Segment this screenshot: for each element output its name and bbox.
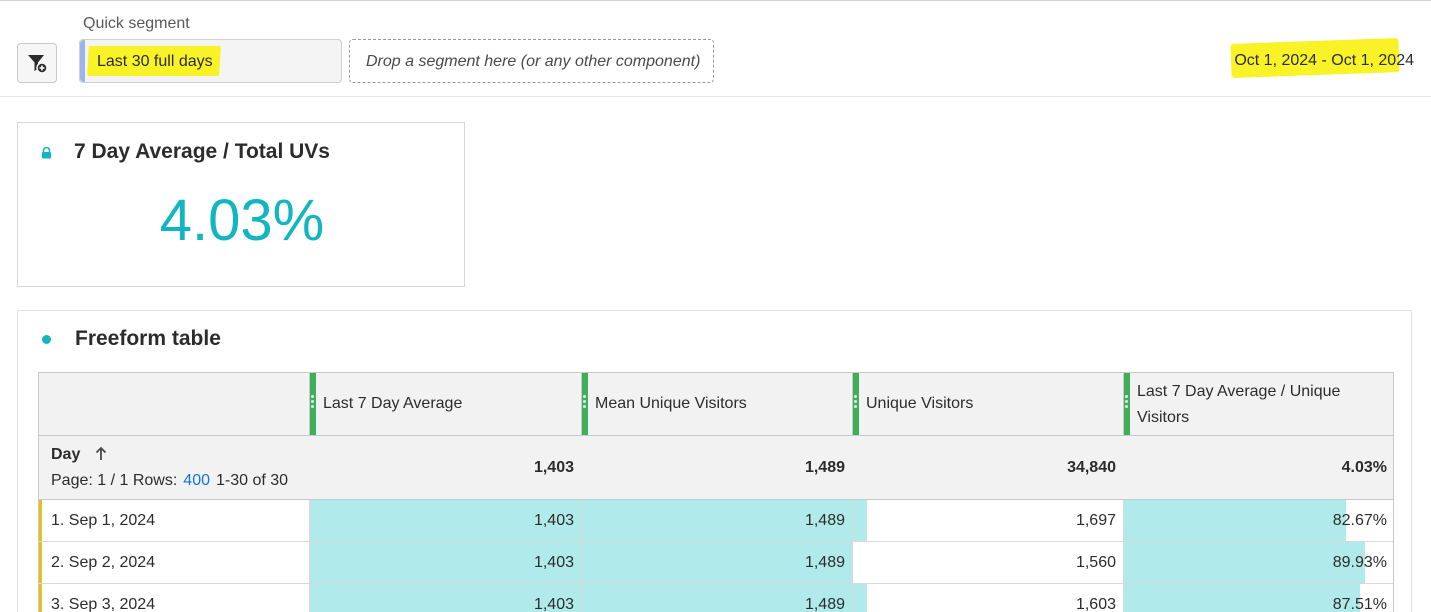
grip-icon	[583, 395, 587, 413]
total-value: 1,403	[533, 459, 574, 476]
cell-bar-fill	[1124, 584, 1360, 612]
table-row[interactable]: 1. Sep 1, 2024 1,403 1,489 1,697 82.67%	[39, 500, 1393, 542]
column-header-label: Last 7 Day Average	[323, 395, 463, 412]
table-row[interactable]: 3. Sep 3, 2024 1,403 1,489 1,603 87.51%	[39, 584, 1393, 612]
row-day-label[interactable]: 2. Sep 2, 2024	[51, 554, 155, 572]
cell-bar-fill	[853, 500, 867, 541]
summary-number-card: 7 Day Average / Total UVs 4.03%	[17, 122, 465, 287]
cell-bar-fill	[1124, 542, 1365, 583]
segment-chip-handle[interactable]	[80, 40, 85, 82]
table-cell[interactable]: 1,697	[852, 500, 1123, 541]
row-accent-bar	[39, 500, 42, 541]
filter-add-icon	[28, 55, 48, 74]
table-cell[interactable]: 1,489	[581, 584, 853, 612]
table-cell[interactable]: 1,560	[852, 542, 1123, 583]
freeform-panel: Freeform table Last 7 Day Average Mean U…	[17, 310, 1412, 612]
rows-label: Rows:	[132, 472, 178, 489]
summary-title: 7 Day Average / Total UVs	[74, 140, 330, 163]
rows-per-page-link[interactable]: 400	[183, 472, 210, 489]
cell-value: 1,403	[533, 554, 574, 571]
segment-drop-zone[interactable]: Drop a segment here (or any other compon…	[349, 39, 714, 83]
total-value: 1,489	[804, 459, 845, 476]
total-value: 34,840	[1067, 459, 1116, 476]
column-header-ratio[interactable]: Last 7 Day Average / Unique Visitors	[1123, 373, 1394, 435]
pagination-info: Page: 1 / 1 Rows: 400 1-30 of 30	[51, 472, 288, 490]
table-body: 1. Sep 1, 2024 1,403 1,489 1,697 82.67% 2. Se…	[39, 500, 1393, 612]
table-cell[interactable]: 1,489	[581, 542, 853, 583]
column-header-label: Mean Unique Visitors	[595, 395, 747, 412]
cell-value: 1,403	[533, 596, 574, 612]
row-accent-bar	[39, 584, 42, 612]
cell-value: 1,489	[804, 512, 845, 529]
drop-zone-label: Drop a segment here (or any other compon…	[366, 53, 701, 70]
column-header-mean-unique-visitors[interactable]: Mean Unique Visitors	[581, 373, 852, 435]
cell-value: 1,489	[804, 596, 845, 612]
table-totals-row: Day Page: 1 / 1 Rows: 400 1-30 of 30 1,403…	[39, 436, 1393, 500]
cell-value: 1,603	[1075, 596, 1116, 612]
table-header: Last 7 Day Average Mean Unique Visitors …	[39, 373, 1393, 436]
cell-value: 89.93%	[1332, 554, 1387, 571]
date-range-label: Oct 1, 2024 - Oct 1, 2024	[1234, 52, 1414, 69]
quick-segment-label: Quick segment	[83, 15, 190, 32]
panel-status-dot	[42, 335, 51, 344]
grip-icon	[854, 395, 858, 413]
cell-value: 1,560	[1075, 554, 1116, 571]
table-cell[interactable]: 1,403	[309, 584, 582, 612]
lock-icon	[42, 147, 51, 159]
table-cell[interactable]: 1,403	[309, 542, 582, 583]
cell-value: 87.51%	[1332, 596, 1387, 612]
column-header-last-7-day-average[interactable]: Last 7 Day Average	[309, 373, 581, 435]
column-header-unique-visitors[interactable]: Unique Visitors	[852, 373, 1123, 435]
sort-ascending-icon[interactable]	[94, 446, 108, 462]
row-day-label[interactable]: 1. Sep 1, 2024	[51, 512, 155, 530]
table-row[interactable]: 2. Sep 2, 2024 1,403 1,489 1,560 89.93%	[39, 542, 1393, 584]
add-filter-button[interactable]	[17, 43, 57, 83]
cell-value: 1,697	[1075, 512, 1116, 529]
table-cell[interactable]: 1,603	[852, 584, 1123, 612]
cell-bar-fill	[853, 584, 867, 612]
grip-icon	[1125, 395, 1129, 413]
row-accent-bar	[39, 542, 42, 583]
page-label: Page: 1 / 1	[51, 472, 129, 489]
range-label: 1-30 of 30	[216, 472, 289, 489]
summary-value: 4.03%	[159, 188, 325, 253]
segment-chip-label: Last 30 full days	[97, 53, 213, 70]
column-header-label: Last 7 Day Average / Unique Visitors	[1137, 383, 1341, 426]
cell-value: 1,403	[533, 512, 574, 529]
freeform-table: Last 7 Day Average Mean Unique Visitors …	[38, 372, 1394, 612]
dimension-header[interactable]: Day	[51, 446, 80, 464]
segment-chip[interactable]: Last 30 full days	[79, 39, 342, 83]
cell-bar-fill	[1124, 500, 1346, 541]
table-cell[interactable]: 87.51%	[1123, 584, 1394, 612]
table-cell[interactable]: 89.93%	[1123, 542, 1394, 583]
freeform-title: Freeform table	[75, 327, 221, 350]
table-cell[interactable]: 82.67%	[1123, 500, 1394, 541]
row-day-label[interactable]: 3. Sep 3, 2024	[51, 596, 155, 612]
table-cell[interactable]: 1,403	[309, 500, 582, 541]
date-range-picker[interactable]: Oct 1, 2024 - Oct 1, 2024	[1230, 38, 1414, 78]
segment-bar: Quick segment Last 30 full days Drop a s…	[0, 1, 1431, 97]
total-value: 4.03%	[1341, 459, 1387, 476]
cell-value: 82.67%	[1332, 512, 1387, 529]
column-header-label: Unique Visitors	[866, 395, 974, 412]
cell-value: 1,489	[804, 554, 845, 571]
grip-icon	[311, 395, 315, 413]
table-cell[interactable]: 1,489	[581, 500, 853, 541]
